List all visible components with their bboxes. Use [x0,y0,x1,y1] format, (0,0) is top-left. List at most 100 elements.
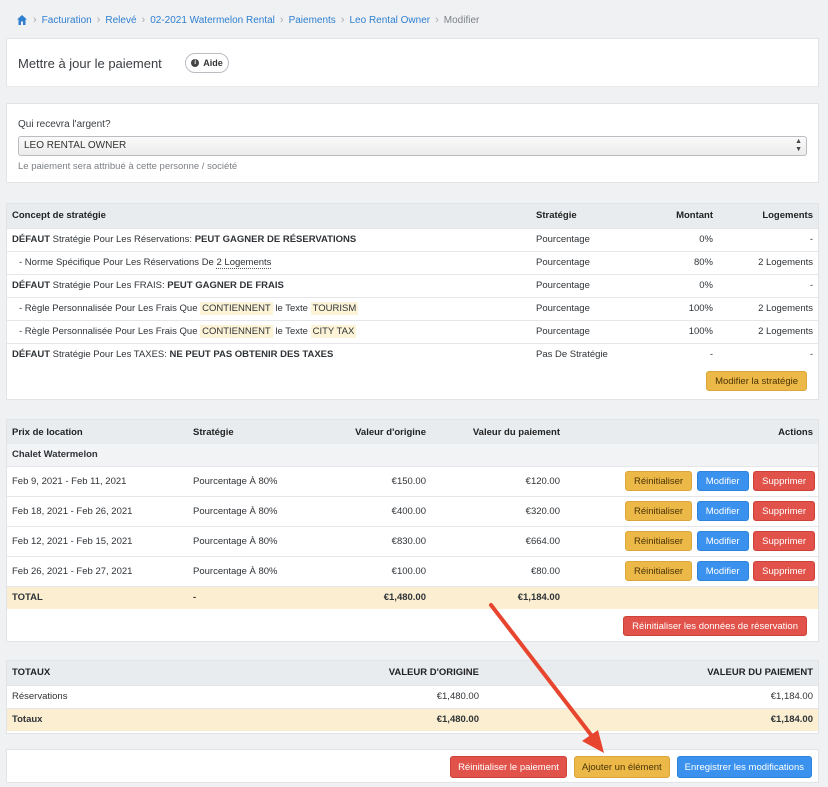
strategy-concept: DÉFAUT Stratégie Pour Les Réservations: … [7,227,531,251]
strategy-units: - [718,342,818,366]
totals-original: €1,480.00 [307,707,484,731]
group-row: Chalet Watermelon [7,444,818,466]
strategy-table: Concept de stratégie Stratégie Montant L… [7,204,818,366]
footer-actions: Réinitialiser le paiement Ajouter un élé… [6,749,819,783]
rent-actions: Réinitialiser Modifier Supprimer [565,465,818,496]
rent-payment: €80.00 [431,555,565,586]
strategy-units: - [718,227,818,251]
totals-payment: €1,184.00 [484,707,818,731]
totals-col-payment: VALEUR DU PAIEMENT [484,661,818,685]
totals-section: TOTAUX VALEUR D'ORIGINE VALEUR DU PAIEME… [6,660,819,734]
select-arrows-icon: ▲ ▼ [795,138,802,153]
totals-payment: €1,184.00 [484,684,818,708]
strategy-type: Pourcentage [531,296,638,320]
save-changes-button[interactable]: Enregistrer les modifications [676,756,812,778]
rent-actions: Réinitialiser Modifier Supprimer [565,525,818,556]
rent-actions: Réinitialiser Modifier Supprimer [565,555,818,586]
delete-row-button[interactable]: Supprimer [753,561,815,581]
breadcrumb: › Facturation › Relevé › 02-2021 Waterme… [16,13,479,27]
rent-dates: Feb 18, 2021 - Feb 26, 2021 [7,495,188,526]
table-row: - Règle Personnalisée Pour Les Frais Que… [7,319,818,343]
edit-row-button[interactable]: Modifier [696,561,749,581]
page-title: Mettre à jour le paiement [18,56,162,71]
totals-label: Totaux [7,707,307,731]
rent-dates: Feb 26, 2021 - Feb 27, 2021 [7,555,188,586]
help-button[interactable]: i Aide [185,53,229,73]
breadcrumb-paiements[interactable]: Paiements [289,15,336,26]
page-header: Mettre à jour le paiement i Aide [6,38,819,87]
table-row: Feb 18, 2021 - Feb 26, 2021 Pourcentage … [7,495,818,526]
recipient-select-value: LEO RENTAL OWNER [24,140,127,151]
strategy-units: - [718,273,818,297]
rent-strategy: Pourcentage À 80% [188,465,296,496]
rent-strategy: Pourcentage À 80% [188,525,296,556]
strategy-type: Pourcentage [531,273,638,297]
strategy-col-units: Logements [718,204,818,228]
totals-total-row: Totaux €1,480.00 €1,184.00 [7,707,818,731]
strategy-units: 2 Logements [718,296,818,320]
strategy-concept: - Règle Personnalisée Pour Les Frais Que… [7,319,531,343]
table-row: - Règle Personnalisée Pour Les Frais Que… [7,296,818,320]
total-original: €1,480.00 [296,585,431,609]
strategy-col-strategy: Stratégie [531,204,638,228]
rent-col-actions: Actions [565,420,818,444]
strategy-type: Pas De Stratégie [531,342,638,366]
help-label: Aide [203,58,223,68]
table-row: Feb 12, 2021 - Feb 15, 2021 Pourcentage … [7,525,818,556]
strategy-amount: 0% [638,273,718,297]
reset-booking-data-button[interactable]: Réinitialiser les données de réservation [623,616,807,636]
edit-strategy-button[interactable]: Modifier la stratégie [706,371,807,391]
rent-payment: €320.00 [431,495,565,526]
rent-col-original: Valeur d'origine [296,420,431,444]
rent-payment: €120.00 [431,465,565,496]
breadcrumb-owner[interactable]: Leo Rental Owner [349,15,430,26]
delete-row-button[interactable]: Supprimer [753,531,815,551]
delete-row-button[interactable]: Supprimer [753,501,815,521]
breadcrumb-separator: › [279,14,284,26]
add-item-button[interactable]: Ajouter un élément [573,756,670,778]
strategy-concept: DÉFAUT Stratégie Pour Les FRAIS: PEUT GA… [7,273,531,297]
home-icon[interactable] [16,14,28,26]
edit-row-button[interactable]: Modifier [696,471,749,491]
delete-row-button[interactable]: Supprimer [753,471,815,491]
rent-original: €150.00 [296,465,431,496]
table-row: DÉFAUT Stratégie Pour Les Réservations: … [7,227,818,251]
breadcrumb-releve[interactable]: Relevé [105,15,136,26]
reset-row-button[interactable]: Réinitialiser [624,531,693,551]
totals-col-label: TOTAUX [7,661,307,685]
reset-row-button[interactable]: Réinitialiser [624,501,693,521]
strategy-units: 2 Logements [718,250,818,274]
strategy-section: Concept de stratégie Stratégie Montant L… [6,203,819,400]
breadcrumb-facturation[interactable]: Facturation [42,15,92,26]
rent-section: Prix de location Stratégie Valeur d'orig… [6,419,819,642]
strategy-amount: - [638,342,718,366]
rent-actions: Réinitialiser Modifier Supprimer [565,495,818,526]
reset-row-button[interactable]: Réinitialiser [624,471,693,491]
strategy-amount: 100% [638,319,718,343]
rent-strategy: Pourcentage À 80% [188,495,296,526]
breadcrumb-rental[interactable]: 02-2021 Watermelon Rental [150,15,275,26]
rent-col-strategy: Stratégie [188,420,296,444]
recipient-label: Qui recevra l'argent? [18,119,111,130]
breadcrumb-separator: › [33,14,37,26]
breadcrumb-separator: › [435,14,439,26]
strategy-amount: 80% [638,250,718,274]
edit-row-button[interactable]: Modifier [696,531,749,551]
totals-label: Réservations [7,684,307,708]
strategy-type: Pourcentage [531,250,638,274]
rent-original: €400.00 [296,495,431,526]
table-row: Réservations €1,480.00 €1,184.00 [7,684,818,708]
group-label: Chalet Watermelon [7,444,818,466]
breadcrumb-separator: › [340,14,345,26]
rent-dates: Feb 9, 2021 - Feb 11, 2021 [7,465,188,496]
totals-table: TOTAUX VALEUR D'ORIGINE VALEUR DU PAIEME… [7,661,818,731]
edit-row-button[interactable]: Modifier [696,501,749,521]
strategy-concept: - Norme Spécifique Pour Les Réservations… [7,250,531,274]
total-row: TOTAL - €1,480.00 €1,184.00 [7,585,818,609]
units-link[interactable]: 2 Logements [216,257,272,269]
recipient-select[interactable]: LEO RENTAL OWNER ▲ ▼ [18,136,807,156]
reset-payment-button[interactable]: Réinitialiser le paiement [450,756,567,778]
strategy-concept: DÉFAUT Stratégie Pour Les TAXES: NE PEUT… [7,342,531,366]
reset-row-button[interactable]: Réinitialiser [624,561,693,581]
table-row: DÉFAUT Stratégie Pour Les TAXES: NE PEUT… [7,342,818,366]
